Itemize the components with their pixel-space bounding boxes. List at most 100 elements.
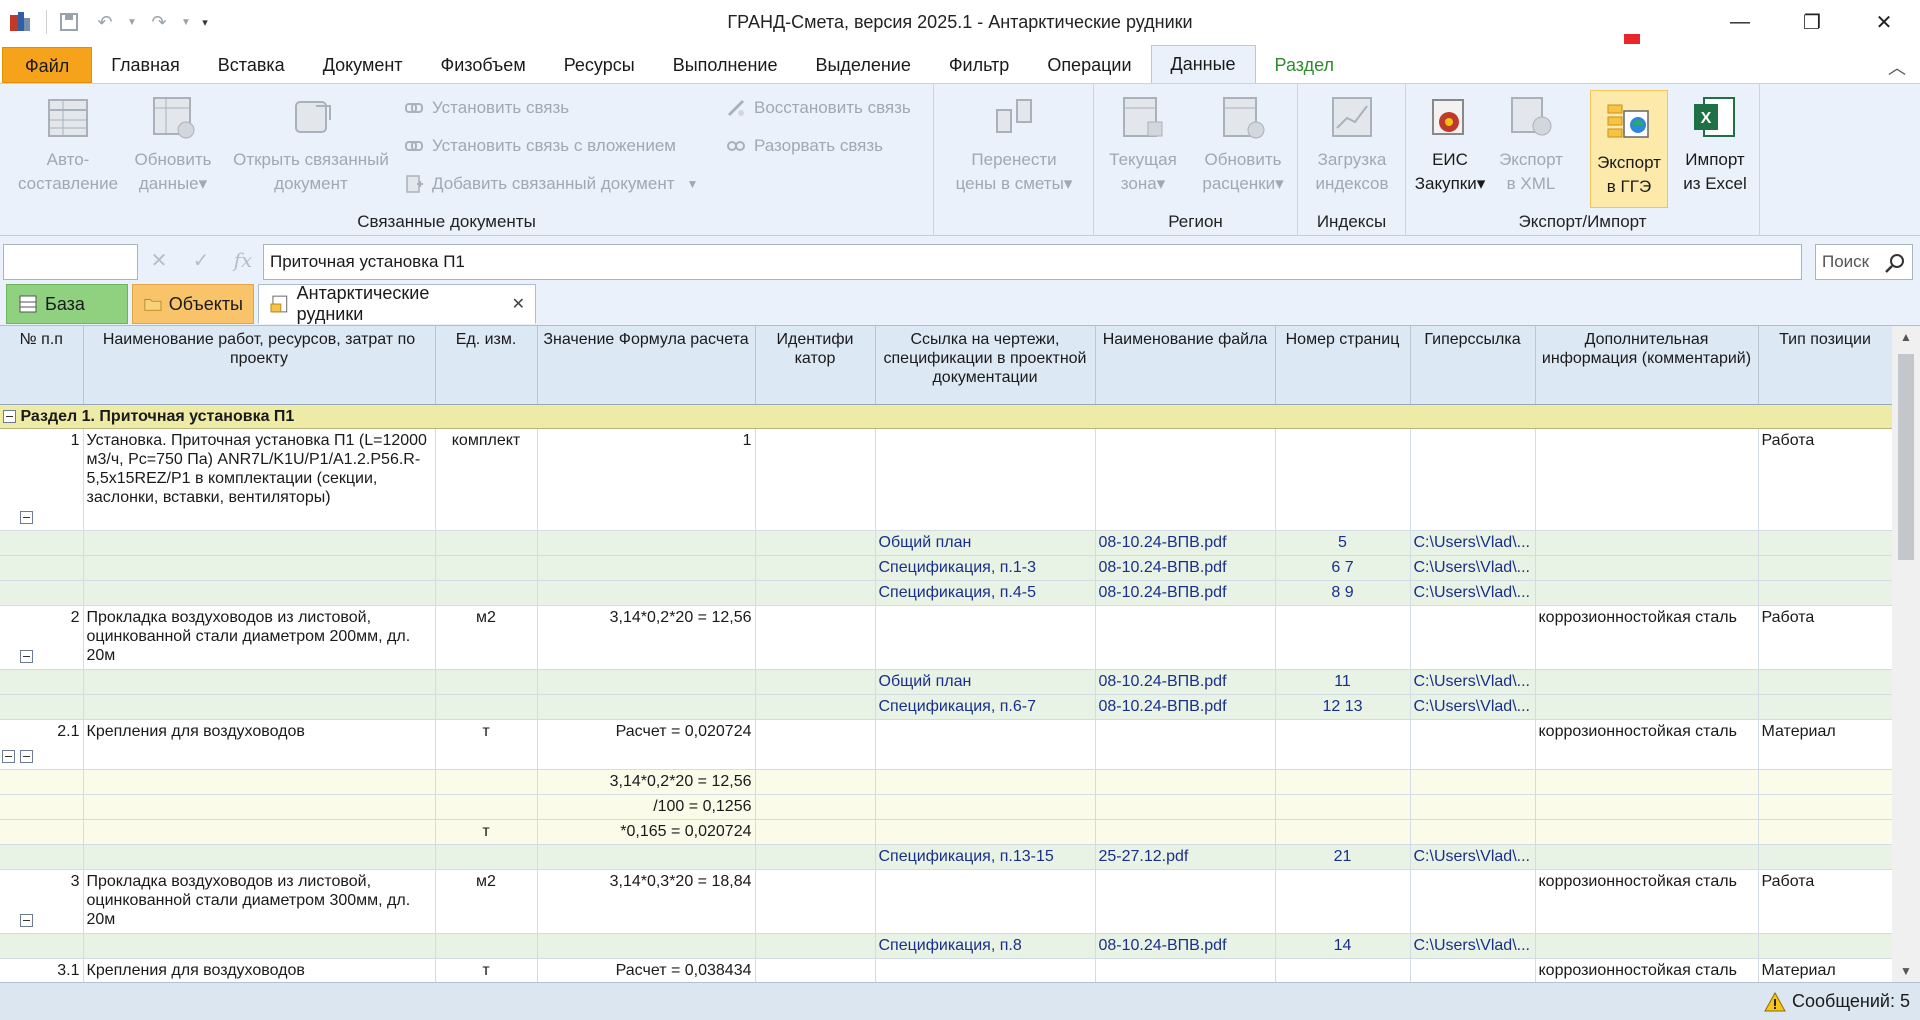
cell-name[interactable] [83, 819, 436, 845]
cell-type[interactable] [1758, 933, 1892, 959]
cell-pages[interactable] [1275, 428, 1411, 531]
tab-section[interactable]: Раздел [1256, 47, 1354, 83]
cell-identifier[interactable] [755, 530, 876, 556]
cell-unit[interactable]: м2 [435, 605, 538, 670]
cell-file[interactable] [1095, 869, 1276, 934]
tab-objects[interactable]: Объекты [132, 284, 254, 324]
cell-value[interactable]: 3,14*0,2*20 = 12,56 [537, 605, 756, 670]
cell-num[interactable]: 3.1 [0, 958, 84, 982]
tab-data[interactable]: Данные [1150, 45, 1256, 83]
cell-href[interactable]: C:\Users\Vlad\... [1410, 530, 1536, 556]
cell-file[interactable] [1095, 794, 1276, 820]
cell-num[interactable] [0, 933, 84, 959]
cell-type[interactable] [1758, 844, 1892, 870]
cell-link[interactable]: Спецификация, п.6-7 [875, 694, 1096, 720]
cell-comment[interactable] [1535, 580, 1759, 606]
cell-num[interactable] [0, 669, 84, 695]
cell-pages[interactable] [1275, 769, 1411, 795]
cell-name[interactable] [83, 844, 436, 870]
cell-pages[interactable] [1275, 958, 1411, 982]
cell-name[interactable] [83, 694, 436, 720]
cell-formula[interactable]: /100 = 0,1256 [537, 794, 756, 820]
customize-qat-icon[interactable]: ▾ [197, 6, 213, 38]
cell-unit[interactable] [435, 694, 538, 720]
redo-icon[interactable]: ↷ [143, 6, 175, 38]
cell-unit[interactable] [435, 844, 538, 870]
cell-comment[interactable] [1535, 794, 1759, 820]
cell-name[interactable] [83, 580, 436, 606]
cell-value[interactable] [537, 669, 756, 695]
tab-selection[interactable]: Выделение [796, 47, 929, 83]
export-gge-button[interactable]: Экспорт в ГГЭ [1590, 90, 1668, 208]
cell-link[interactable] [875, 958, 1096, 982]
cell-num[interactable] [0, 555, 84, 581]
set-link-attachment-button[interactable]: Установить связь с вложением [404, 132, 676, 160]
cell-link[interactable] [875, 428, 1096, 531]
cell-file[interactable]: 25-27.12.pdf [1095, 844, 1276, 870]
cell-identifier[interactable] [755, 555, 876, 581]
cell-name[interactable] [83, 669, 436, 695]
cell-href[interactable] [1410, 819, 1536, 845]
table-row[interactable]: 3.1 Крепления для воздуховодов т Расчет … [0, 958, 1892, 982]
load-indices-button[interactable]: Загрузка индексов [1302, 88, 1402, 206]
tab-resources[interactable]: Ресурсы [545, 47, 654, 83]
cell-name[interactable]: Установка. Приточная установка П1 (L=120… [83, 428, 436, 531]
cell-link[interactable]: Спецификация, п.1-3 [875, 555, 1096, 581]
cell-href[interactable] [1410, 958, 1536, 982]
cell-identifier[interactable] [755, 933, 876, 959]
cell-file[interactable] [1095, 605, 1276, 670]
cell-name[interactable]: Прокладка воздуховодов из листовой, оцин… [83, 605, 436, 670]
link-row[interactable]: Спецификация, п.6-7 08-10.24-ВПВ.pdf 12 … [0, 694, 1892, 720]
cell-href[interactable]: C:\Users\Vlad\... [1410, 580, 1536, 606]
cell-name[interactable]: Крепления для воздуховодов [83, 958, 436, 982]
table-row[interactable]: 2 Прокладка воздуховодов из листовой, оц… [0, 605, 1892, 670]
redo-dropdown-icon[interactable]: ▼ [179, 6, 193, 38]
cell-pages[interactable]: 5 [1275, 530, 1411, 556]
cell-identifier[interactable] [755, 580, 876, 606]
cell-num[interactable] [0, 819, 84, 845]
cell-value[interactable]: 3,14*0,3*20 = 18,84 [537, 869, 756, 934]
col-header-value[interactable]: Значение Формула расчета [537, 326, 756, 405]
cell-href[interactable] [1410, 605, 1536, 670]
cell-comment[interactable]: коррозионностойкая сталь [1535, 958, 1759, 982]
cell-value[interactable] [537, 580, 756, 606]
cell-unit[interactable]: комплект [435, 428, 538, 531]
cell-identifier[interactable] [755, 819, 876, 845]
set-link-button[interactable]: Установить связь [404, 94, 569, 122]
collapse-icon[interactable] [20, 749, 33, 763]
col-header-file-name[interactable]: Наименование файла [1095, 326, 1276, 405]
cell-file[interactable] [1095, 428, 1276, 531]
cell-type[interactable] [1758, 694, 1892, 720]
cell-unit[interactable] [435, 769, 538, 795]
cell-file[interactable]: 08-10.24-ВПВ.pdf [1095, 555, 1276, 581]
formula-row[interactable]: т *0,165 = 0,020724 [0, 819, 1892, 845]
formula-row[interactable]: /100 = 0,1256 [0, 794, 1892, 820]
cell-num[interactable]: 2 [0, 605, 84, 670]
cell-type[interactable] [1758, 530, 1892, 556]
minimize-icon[interactable]: — [1704, 0, 1776, 44]
cell-href[interactable] [1410, 719, 1536, 770]
cell-value[interactable] [537, 694, 756, 720]
cell-href[interactable]: C:\Users\Vlad\... [1410, 933, 1536, 959]
tab-operations[interactable]: Операции [1028, 47, 1150, 83]
cell-file[interactable] [1095, 958, 1276, 982]
cancel-icon[interactable]: ✕ [146, 248, 172, 276]
cell-comment[interactable] [1535, 844, 1759, 870]
cell-file[interactable]: 08-10.24-ВПВ.pdf [1095, 694, 1276, 720]
cell-file[interactable]: 08-10.24-ВПВ.pdf [1095, 933, 1276, 959]
section-cell[interactable]: Раздел 1. Приточная установка П1 [0, 404, 1892, 429]
cell-name[interactable]: Прокладка воздуховодов из листовой, оцин… [83, 869, 436, 934]
app-icon[interactable] [4, 6, 36, 38]
cell-unit[interactable] [435, 794, 538, 820]
cell-comment[interactable]: коррозионностойкая сталь [1535, 719, 1759, 770]
cell-identifier[interactable] [755, 869, 876, 934]
cell-href[interactable] [1410, 769, 1536, 795]
cell-pages[interactable] [1275, 605, 1411, 670]
tab-filter[interactable]: Фильтр [930, 47, 1028, 83]
link-row[interactable]: Спецификация, п.4-5 08-10.24-ВПВ.pdf 8 9… [0, 580, 1892, 606]
cell-identifier[interactable] [755, 428, 876, 531]
cell-name[interactable] [83, 555, 436, 581]
cell-type[interactable] [1758, 819, 1892, 845]
update-rates-button[interactable]: Обновить расценки▾ [1192, 88, 1294, 206]
col-header-position-type[interactable]: Тип позиции [1758, 326, 1892, 405]
